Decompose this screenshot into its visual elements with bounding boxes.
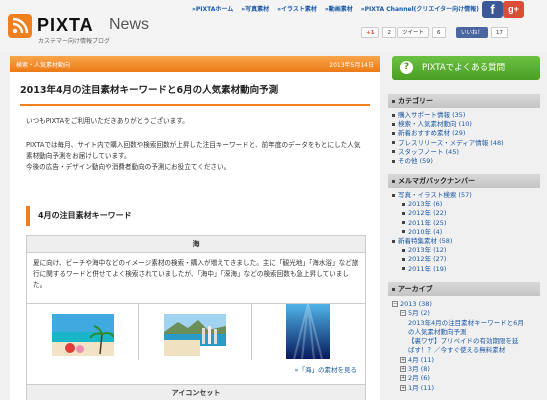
archive-month[interactable]: +4月 (11) [392,356,540,365]
bullet-icon [392,141,395,145]
beach-thumbnail[interactable] [52,314,114,356]
expand-icon[interactable]: + [400,356,406,363]
bullet-icon [392,193,395,197]
image-cell [139,303,252,360]
newsletter-subitem[interactable]: 2012年 (22) [392,209,540,218]
bullet-icon [402,257,405,261]
bullet-icon [402,230,405,234]
post-date: 2013年5月14日 [329,62,374,69]
image-cell [252,303,365,360]
site-logo[interactable]: PIXTA [37,15,94,36]
question-icon: ? [400,61,413,74]
like-share[interactable]: いいね！ 17 [456,27,509,38]
table-description: 夏に向け、ビーチや海中などのイメージ素材の検索・購入が増えてきました。主に「観光… [33,259,359,289]
keyword-table: 海 夏に向け、ビーチや海中などのイメージ素材の検索・購入が増えてきました。主に「… [26,235,366,400]
bullet-icon [392,239,395,243]
archive-post[interactable]: 【裏ワザ】プリペイドの有効期限を延ばす！？／今すぐ使える無料素材 [392,337,524,356]
site-logo-sub[interactable]: News [109,16,149,34]
nav-link-photo[interactable]: »写真素材 [241,6,269,13]
like-button[interactable]: いいね！ [456,27,489,38]
bullet-icon [402,211,405,215]
like-count: 17 [491,27,509,38]
bullet-icon [402,221,405,225]
bullet-icon [392,113,395,117]
newsletter-item[interactable]: 写真・イラスト検索 (57) [392,191,540,200]
square-icon [392,179,395,183]
archive-month[interactable]: −5月 (2) [392,309,540,318]
post-paragraph: 今後の広告・デザイン動向や消費者動向の予測にお役立てください。 [26,163,231,171]
sidebar: ? PIXTAでよくある質問 カテゴリー 購入サポート情報 (35) 検索・人気素… [388,56,540,400]
post-area: 検索・人気素材動向 2013年5月14日 2013年4月の注目素材キーワードと6… [10,56,380,400]
category-item[interactable]: スタッフノート (45) [392,148,540,157]
newsletter-subitem[interactable]: 2011年 (25) [392,219,540,228]
newsletter-heading: メルマガバックナンバー [388,174,540,188]
table-header: アイコンセット [27,384,365,400]
newsletter-list: 写真・イラスト検索 (57) 2013年 (6) 2012年 (22) 2011… [392,191,540,274]
gplus-button[interactable]: +1 [361,27,380,38]
archive-post[interactable]: 2013年4月の注目素材キーワードと6月の人気素材動向予測 [392,319,524,338]
site-header: PIXTA News カステマー向け情報ブログ »PIXTAホーム »写真素材 »イ… [0,0,547,52]
faq-button[interactable]: ? PIXTAでよくある質問 [392,56,540,80]
nav-link-illust[interactable]: »イラスト素材 [277,6,317,13]
tweet-button[interactable]: ツイート [397,27,430,38]
nav-link-home[interactable]: »PIXTAホーム [192,6,233,13]
table-header: 海 [27,236,365,253]
square-icon [392,99,395,103]
top-nav: »PIXTAホーム »写真素材 »イラスト素材 »動画素材 »PIXTA Channel… [192,4,487,13]
expand-icon[interactable]: + [400,366,406,373]
bullet-icon [392,122,395,126]
archive-month[interactable]: +1月 (11) [392,384,540,393]
post-paragraph: いつもPIXTAをご利用いただきありがとうございます。 [26,117,189,125]
category-item[interactable]: 新着おすすめ素材 (29) [392,129,540,138]
archive-month[interactable]: +3月 (8) [392,365,540,374]
category-list: 購入サポート情報 (35) 検索・人気素材動向 (10) 新着おすすめ素材 (2… [392,111,540,166]
post-category-link[interactable]: 検索・人気素材動向 [16,60,70,69]
google-plus-icon[interactable]: g+ [503,1,524,18]
bullet-icon [402,202,405,206]
category-item[interactable]: その他 (59) [392,157,540,166]
post-paragraph: PIXTAでは毎月、サイト内で購入回数や検索回数が上昇した注目キーワードと、前年… [26,141,361,160]
archive-heading: アーカイブ [388,282,540,296]
post-title: 2013年4月の注目素材キーワードと6月の人気素材動向予測 [20,82,370,106]
post-category-bar: 検索・人気素材動向 2013年5月14日 [10,56,380,72]
category-item[interactable]: 購入サポート情報 (35) [392,111,540,120]
bullet-icon [392,150,395,154]
faq-label: PIXTAでよくある質問 [422,63,506,73]
collapse-icon[interactable]: − [392,301,398,307]
tweet-share[interactable]: ツイート 6 [397,27,446,38]
category-item[interactable]: プレスリリース・メディア情報 (48) [392,139,540,148]
expand-icon[interactable]: + [400,375,406,382]
newsletter-subitem[interactable]: 2010年 (4) [392,228,540,237]
rss-icon[interactable] [8,14,32,38]
bullet-icon [392,131,395,135]
resort-thumbnail[interactable] [164,314,226,356]
bullet-icon [392,159,395,163]
see-more-link[interactable]: »「海」の素材を見る [295,364,357,374]
bullet-icon [402,267,405,271]
nav-link-video[interactable]: »動画素材 [325,6,353,13]
newsletter-subitem[interactable]: 2011年 (19) [392,265,540,274]
collapse-icon[interactable]: − [400,310,406,317]
category-heading: カテゴリー [388,94,540,108]
newsletter-subitem[interactable]: 2012年 (27) [392,255,540,264]
deep-sea-thumbnail[interactable] [286,304,330,359]
image-cell [27,303,139,360]
gplus-count: 2 [382,27,396,38]
square-icon [392,287,395,291]
archive-list: −2013 (38) −5月 (2) 2013年4月の注目素材キーワードと6月の… [392,300,540,393]
facebook-icon[interactable]: f [482,1,503,18]
archive-month[interactable]: +2月 (6) [392,374,540,383]
archive-year[interactable]: −2013 (38) [392,300,540,309]
bullet-icon [402,248,405,252]
expand-icon[interactable]: + [400,384,406,391]
nav-link-channel[interactable]: »PIXTA Channel(クリエイター向け情報) [361,6,479,13]
site-tagline: カステマー向け情報ブログ [38,38,111,45]
tweet-count: 6 [432,27,446,38]
section-heading: 4月の注目素材キーワード [26,206,366,226]
gplus-share[interactable]: +1 2 [361,27,396,38]
newsletter-item[interactable]: 新着特集素材 (58) [392,237,540,246]
